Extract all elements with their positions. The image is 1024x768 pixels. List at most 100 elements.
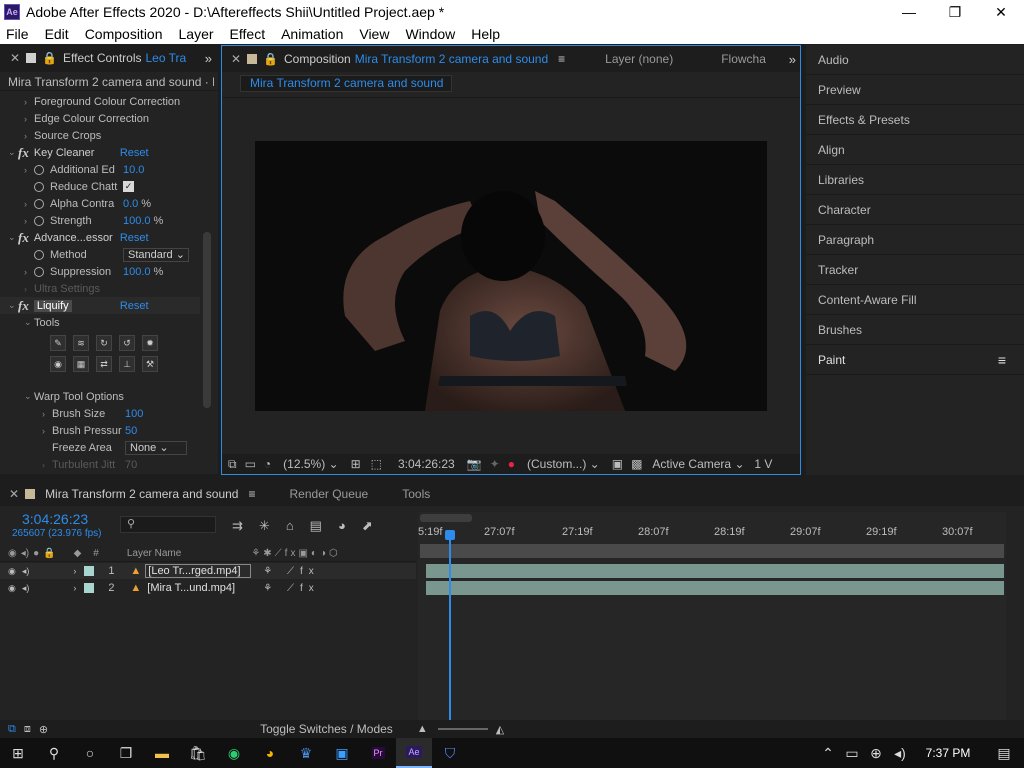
layer-name[interactable]: [Leo Tr...rged.mp4] <box>145 564 252 578</box>
group-ultra-settings[interactable]: › Ultra Settings <box>0 280 200 297</box>
group-warp-tool-options[interactable]: ⌄ Warp Tool Options <box>0 388 200 405</box>
premiere-pro-icon[interactable]: Pr <box>360 738 396 768</box>
clone-tool-icon[interactable]: ⊥ <box>119 356 135 372</box>
label-color-swatch[interactable] <box>84 583 95 593</box>
menu-help[interactable]: Help <box>471 26 500 42</box>
hamburger-menu-icon[interactable]: ≡ <box>998 352 1006 368</box>
eye-icon[interactable]: ◉ <box>8 583 16 594</box>
tab-composition[interactable]: Composition <box>284 52 351 66</box>
app-blue-icon[interactable]: ▣ <box>324 738 360 768</box>
tab-render-queue[interactable]: Render Queue <box>290 487 369 501</box>
twirl-counterclockwise-icon[interactable]: ↺ <box>119 335 135 351</box>
reset-button[interactable]: Reset <box>120 300 149 312</box>
time-navigator[interactable] <box>420 514 472 522</box>
close-icon[interactable]: ✕ <box>9 487 19 501</box>
volume-icon[interactable]: ◂) <box>888 738 912 768</box>
eye-icon[interactable]: ◉ <box>8 548 17 559</box>
fx-liquify[interactable]: ⌄ fx Liquify Reset <box>0 297 200 314</box>
prop-method[interactable]: Method Standard ⌄ <box>0 246 200 263</box>
draft-3d-icon[interactable]: ✳ <box>259 518 270 534</box>
layer-switches[interactable]: ⚘ ⟋fx <box>263 566 320 577</box>
close-icon[interactable]: ✕ <box>231 52 241 66</box>
windows-start-icon[interactable]: ⊞ <box>0 738 36 768</box>
lock-icon[interactable]: 🔒 <box>43 548 55 559</box>
value-field[interactable]: 50 <box>125 425 137 437</box>
transfer-controls-icon[interactable]: ⧈ <box>24 723 31 736</box>
panel-overflow-icon[interactable]: » <box>789 52 796 67</box>
tab-effect-controls[interactable]: Effect Controls <box>63 51 141 65</box>
task-view-icon[interactable]: ❐ <box>108 738 144 768</box>
panel-align[interactable]: Align <box>806 135 1024 165</box>
group-tools[interactable]: ⌄ Tools <box>0 314 200 331</box>
zoom-out-icon[interactable]: ▲ <box>417 723 428 735</box>
app-crown-icon[interactable]: ♛ <box>288 738 324 768</box>
toggle-switches-modes-button[interactable]: Toggle Switches / Modes <box>260 722 393 736</box>
pucker-tool-icon[interactable]: ✹ <box>142 335 158 351</box>
tab-timeline-comp[interactable]: Mira Transform 2 camera and sound <box>45 487 238 501</box>
prop-reduce-chatter[interactable]: Reduce Chatt ✓ <box>0 178 200 195</box>
motion-blur-icon[interactable]: ◕ <box>338 518 346 534</box>
value-field[interactable]: 100.0 <box>123 215 151 227</box>
notifications-icon[interactable]: ▤ <box>984 738 1024 768</box>
shy-layers-icon[interactable]: ⌂ <box>286 518 294 534</box>
comp-subtab[interactable]: Mira Transform 2 camera and sound <box>240 75 452 92</box>
value-field[interactable]: 0.0 <box>123 198 138 210</box>
chevron-right-icon[interactable]: › <box>73 566 76 576</box>
transparency-grid-icon[interactable]: ▩ <box>631 457 642 471</box>
reconstruction-tool-icon[interactable]: ⚒ <box>142 356 158 372</box>
value-field[interactable]: 100 <box>125 408 143 420</box>
prop-brush-size[interactable]: › Brush Size 100 <box>0 405 200 422</box>
close-icon[interactable]: ✕ <box>10 51 20 65</box>
timeline-timecode[interactable]: 3:04:26:23 <box>22 511 88 527</box>
solo-icon[interactable]: ● <box>33 548 39 559</box>
prop-brush-pressure[interactable]: › Brush Pressur 50 <box>0 422 200 439</box>
stopwatch-icon[interactable] <box>34 164 44 175</box>
panel-content-aware-fill[interactable]: Content-Aware Fill <box>806 285 1024 315</box>
fx-key-cleaner[interactable]: ⌄ fx Key Cleaner Reset <box>0 144 200 161</box>
menu-window[interactable]: Window <box>405 26 455 42</box>
app-green-icon[interactable]: ◉ <box>216 738 252 768</box>
menu-effect[interactable]: Effect <box>230 26 266 42</box>
panel-audio[interactable]: Audio <box>806 45 1024 75</box>
checkbox-checked-icon[interactable]: ✓ <box>123 181 134 192</box>
prop-additional-edge[interactable]: › Additional Ed 10.0 <box>0 161 200 178</box>
timeline-search-input[interactable]: ⚲ <box>120 516 216 533</box>
layer-2-duration-bar[interactable] <box>426 581 1004 595</box>
composition-mini-flowchart-icon[interactable]: ⇉ <box>232 518 243 534</box>
chevron-up-icon[interactable]: ⌃ <box>816 738 840 768</box>
color-channels-icon[interactable]: ● <box>508 457 515 471</box>
views-select[interactable]: 1 V <box>754 457 772 471</box>
camera-snapshot-icon[interactable]: 📷 <box>467 457 482 471</box>
label-icon[interactable]: ◆ <box>74 548 82 559</box>
table-row[interactable]: ◉ ◂) › 1 ▲ [Leo Tr...rged.mp4] ⚘ ⟋fx <box>0 563 416 579</box>
zoom-in-icon[interactable]: ◭ <box>496 723 504 736</box>
zoom-slider[interactable] <box>437 728 488 730</box>
stopwatch-icon[interactable] <box>34 215 44 226</box>
grid-guides-icon[interactable]: ⊞ <box>351 457 361 471</box>
lock-icon[interactable]: 🔒 <box>42 51 57 65</box>
search-icon[interactable]: ⚲ <box>36 738 72 768</box>
tab-flowchart[interactable]: Flowcha <box>721 52 766 66</box>
col-layer-name[interactable]: Layer Name <box>127 548 181 559</box>
battery-icon[interactable]: ▭ <box>840 738 864 768</box>
panel-preview[interactable]: Preview <box>806 75 1024 105</box>
panel-paragraph[interactable]: Paragraph <box>806 225 1024 255</box>
panel-effects-presets[interactable]: Effects & Presets <box>806 105 1024 135</box>
playhead-handle[interactable] <box>445 530 455 540</box>
freeze-area-select[interactable]: None ⌄ <box>125 440 187 455</box>
app-shield-icon[interactable]: ⛉ <box>432 738 468 768</box>
value-field[interactable]: 10.0 <box>123 164 144 176</box>
network-icon[interactable]: ⊕ <box>864 738 888 768</box>
store-icon[interactable]: 🛍 <box>180 738 216 768</box>
comp-timecode[interactable]: 3:04:26:23 <box>398 457 455 471</box>
file-explorer-icon[interactable]: ▬ <box>144 738 180 768</box>
hamburger-menu-icon[interactable]: ≡ <box>248 487 255 501</box>
chrome-icon[interactable]: ◕ <box>252 738 288 768</box>
timing-panel-icon[interactable]: ⊕ <box>39 723 48 736</box>
frame-blending-icon[interactable]: ▤ <box>310 518 322 534</box>
warp-tool-icon[interactable]: ✎ <box>50 335 66 351</box>
group-foreground-colour-correction[interactable]: › Foreground Colour Correction <box>0 93 200 110</box>
eye-icon[interactable]: ◉ <box>8 566 16 577</box>
current-time-indicator[interactable] <box>449 530 451 738</box>
prop-freeze-area[interactable]: Freeze Area None ⌄ <box>0 439 200 456</box>
